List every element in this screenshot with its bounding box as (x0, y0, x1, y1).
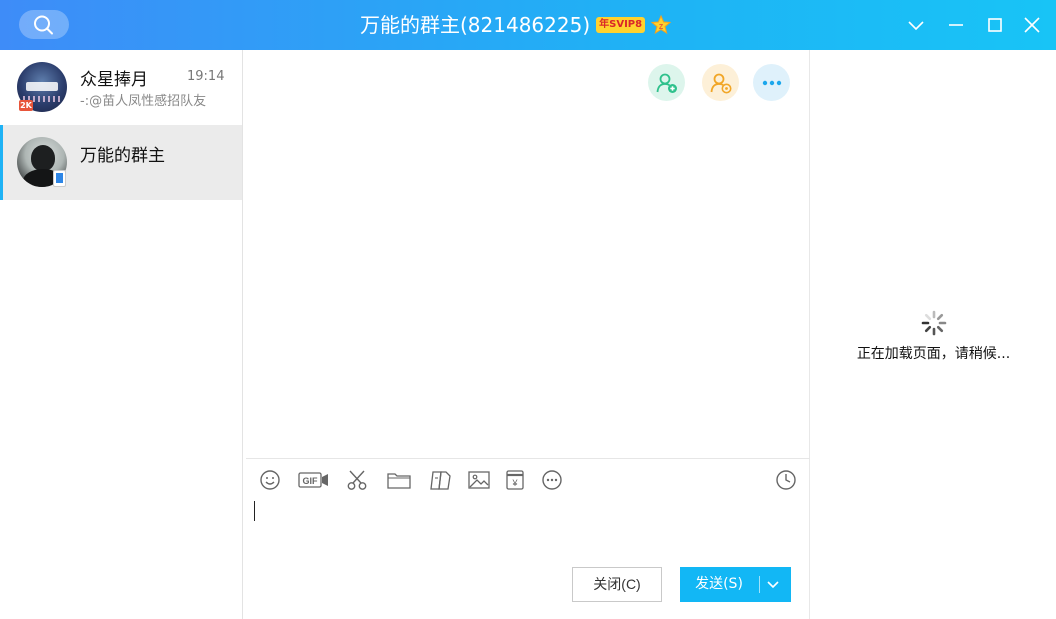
search-button[interactable] (19, 10, 69, 39)
chevron-down-icon[interactable] (766, 579, 780, 591)
title-bar[interactable]: 万能的群主(821486225) 年SVIP8 Z (0, 0, 1056, 50)
folder-button[interactable] (386, 468, 412, 492)
chevron-down-icon (908, 21, 924, 31)
send-divider (759, 576, 760, 593)
add-member-icon (656, 73, 677, 93)
gif-label: GIF (303, 476, 319, 486)
chat-panel: GIF ¥ 关闭(C) 发送(S) (243, 50, 810, 619)
red-packet-icon: ¥ (506, 470, 524, 490)
close-chat-button[interactable]: 关闭(C) (572, 567, 662, 602)
chat-window: 万能的群主(821486225) 年SVIP8 Z 众星捧月 19:14 -:@… (0, 0, 1056, 619)
group-member-button[interactable] (702, 64, 739, 101)
loading-spinner-icon (921, 310, 947, 336)
minimize-icon (949, 24, 963, 26)
file-button[interactable] (427, 468, 453, 492)
dropdown-button[interactable] (903, 12, 929, 38)
loading-text: 正在加载页面，请稍候... (856, 346, 1011, 362)
image-button[interactable] (467, 468, 491, 492)
send-label[interactable]: 发送(S) (680, 567, 758, 602)
window-title: 万能的群主(821486225) (360, 13, 591, 37)
conversation-item[interactable]: 众星捧月 19:14 -:@苗人凤性感招队友 (0, 50, 242, 125)
text-input-cursor[interactable] (254, 501, 255, 521)
conversation-list: 众星捧月 19:14 -:@苗人凤性感招队友 2K 万能的群主 (0, 50, 243, 619)
title-area: 万能的群主(821486225) 年SVIP8 Z (360, 9, 672, 41)
close-icon (1024, 17, 1040, 33)
selection-indicator (0, 125, 3, 200)
conversation-time: 19:14 (187, 69, 225, 84)
level-badge: 2K (19, 100, 33, 111)
avatar-head (31, 145, 55, 171)
svip-badge[interactable]: 年SVIP8 (596, 17, 646, 33)
minimize-button[interactable] (943, 12, 969, 38)
svg-text:Z: Z (659, 24, 664, 31)
screenshot-icon (347, 470, 367, 490)
image-icon (468, 471, 490, 489)
avatar-art (26, 82, 58, 91)
more-icon (762, 80, 782, 86)
side-info-panel: 正在加载页面，请稍候... (811, 50, 1056, 619)
more-options-button[interactable] (753, 64, 790, 101)
red-packet-button[interactable]: ¥ (504, 468, 526, 492)
emoji-button[interactable] (258, 468, 282, 492)
more-tools-button[interactable] (540, 468, 564, 492)
send-button[interactable]: 发送(S) (680, 567, 791, 602)
gif-icon: GIF (298, 472, 328, 488)
file-icon (430, 471, 451, 490)
more-tools-icon (542, 470, 562, 490)
group-member-icon (710, 73, 732, 94)
emoji-icon (260, 470, 280, 490)
gif-button[interactable]: GIF (298, 468, 330, 492)
star-icon[interactable]: Z (651, 15, 672, 35)
maximize-icon (988, 18, 1002, 32)
close-window-button[interactable] (1019, 12, 1045, 38)
mobile-online-icon (53, 170, 66, 187)
add-member-button[interactable] (648, 64, 685, 101)
input-divider (246, 458, 810, 459)
screenshot-button[interactable] (345, 468, 369, 492)
folder-icon (387, 473, 411, 489)
conversation-preview: -:@苗人凤性感招队友 (80, 94, 207, 109)
maximize-button[interactable] (982, 12, 1008, 38)
history-icon (776, 470, 796, 490)
conversation-name: 众星捧月 (80, 70, 148, 90)
svg-text:¥: ¥ (511, 478, 518, 488)
conversation-name: 万能的群主 (80, 146, 165, 166)
search-icon (34, 15, 53, 35)
history-button[interactable] (774, 468, 798, 492)
